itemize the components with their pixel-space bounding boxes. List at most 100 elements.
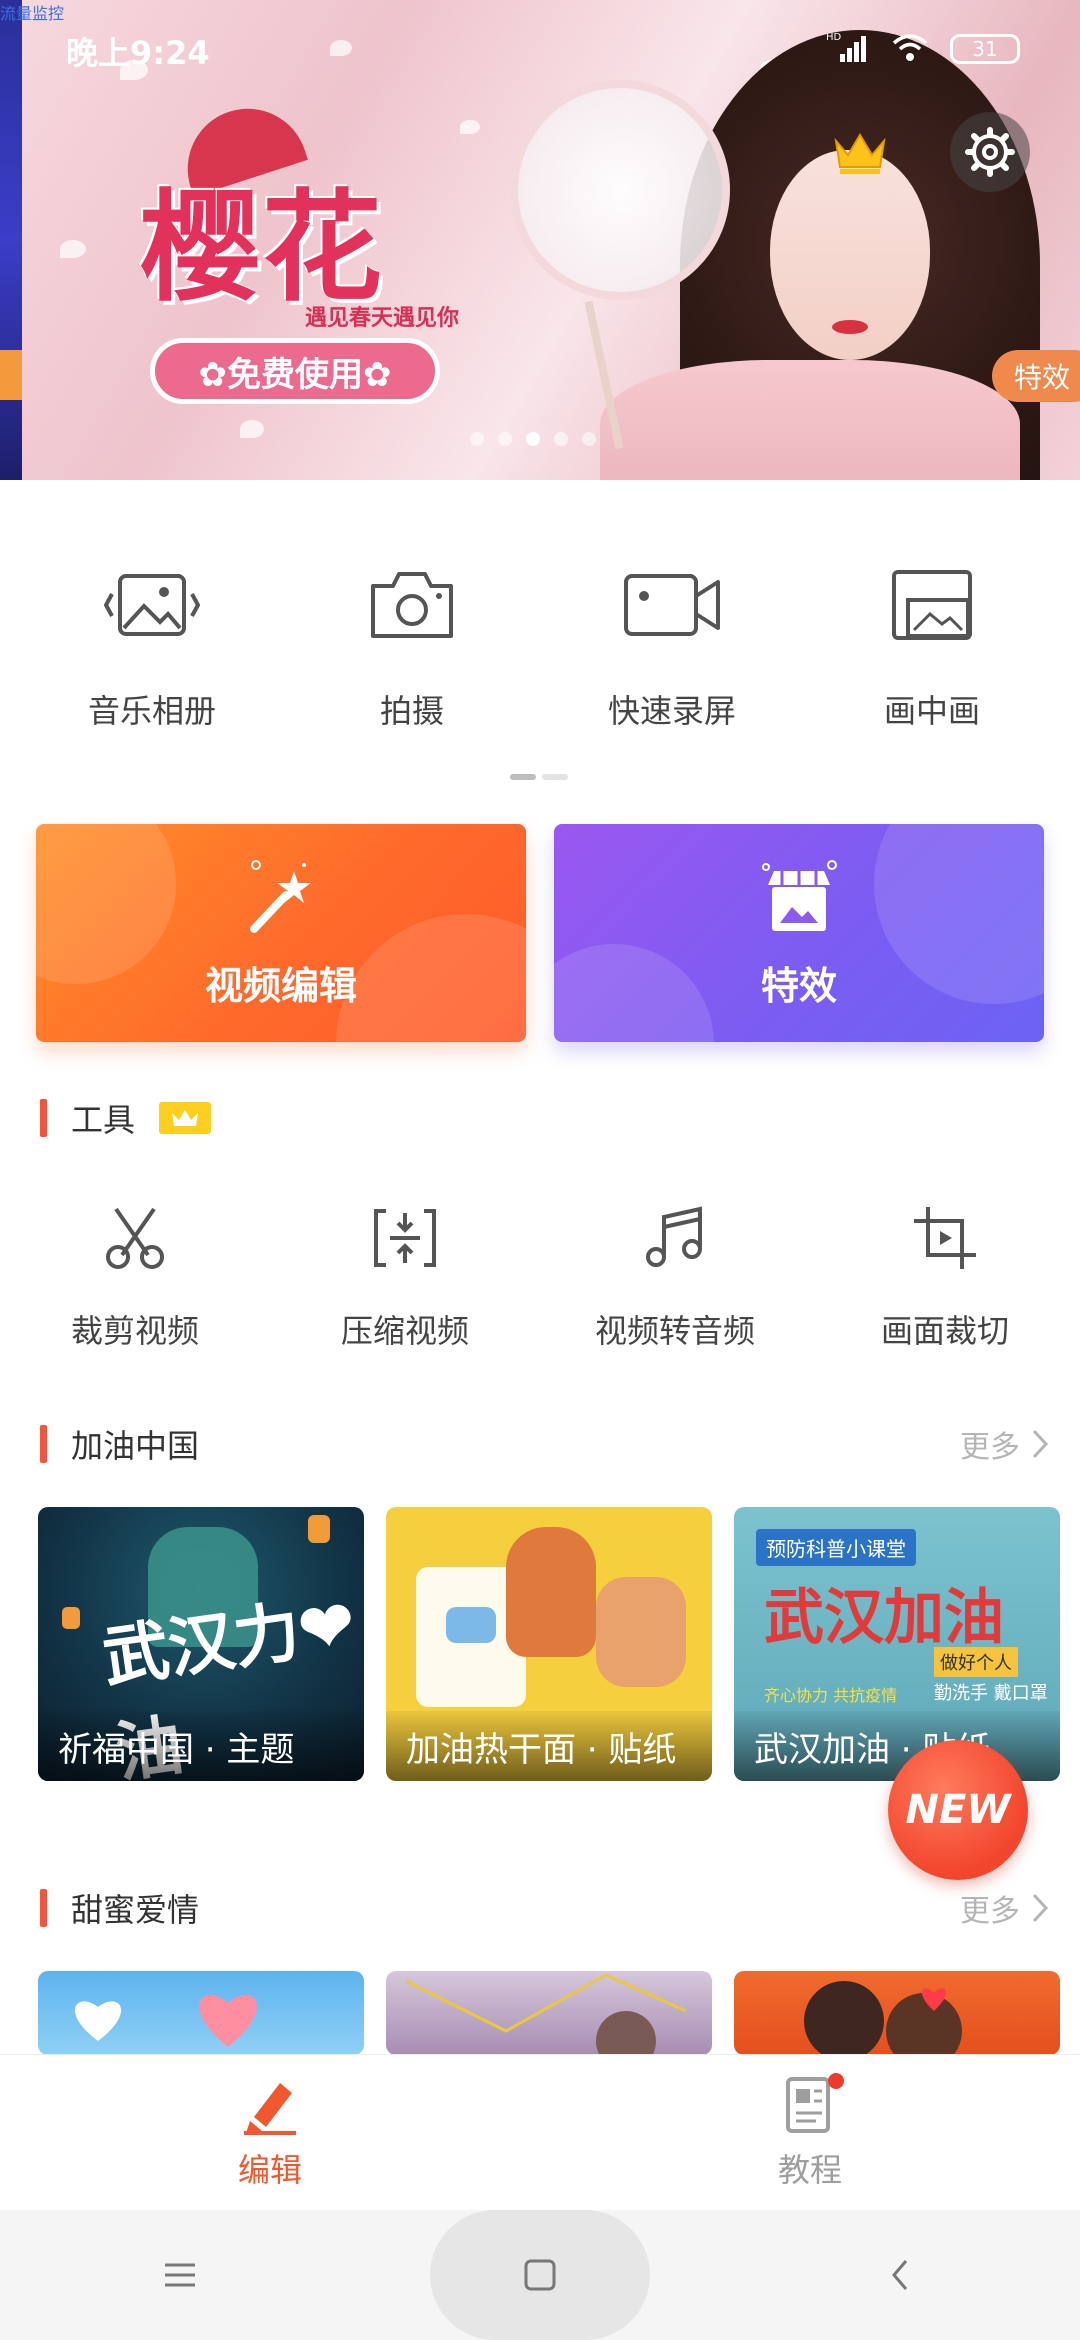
- tool-compress-video[interactable]: 压缩视频: [270, 1200, 540, 1360]
- music-note-icon: [635, 1200, 715, 1276]
- menu-icon: [165, 2263, 195, 2287]
- section-title: 加油中国: [71, 1427, 200, 1465]
- china-more-link[interactable]: 更多: [960, 1422, 1050, 1466]
- heart-icon: [74, 1994, 257, 2047]
- effects-label: 特效: [760, 963, 837, 1008]
- chevron-right-icon: [1032, 1893, 1049, 1923]
- wifi-icon: [890, 31, 930, 67]
- notification-dot: [828, 2073, 844, 2089]
- tool-label: 压缩视频: [340, 1312, 469, 1350]
- banner-side-tag[interactable]: 特效: [991, 350, 1080, 402]
- video-edit-card[interactable]: 视频编辑: [36, 824, 526, 1042]
- back-chevron-icon: [892, 2260, 908, 2290]
- china-section-header: 加油中国 更多: [40, 1419, 1050, 1469]
- quick-actions-pager: [510, 774, 568, 780]
- magic-wand-icon: [250, 859, 311, 933]
- pager-dot: [542, 774, 568, 780]
- scissors-icon: [95, 1200, 175, 1276]
- vip-badge: [159, 1102, 212, 1134]
- banner-dot: [498, 432, 512, 446]
- quick-camera[interactable]: 拍摄: [282, 560, 542, 740]
- tool-label: 画面裁切: [880, 1312, 1009, 1350]
- nav-back-button[interactable]: [790, 2210, 1010, 2340]
- effects-card[interactable]: 特效: [554, 824, 1044, 1042]
- compress-icon: [365, 1200, 445, 1276]
- tools-section-header: 工具: [40, 1093, 1050, 1143]
- system-navigation-bar: [0, 2210, 1080, 2340]
- love-more-link[interactable]: 更多: [960, 1886, 1050, 1930]
- quick-picture-in-picture[interactable]: 画中画: [802, 560, 1062, 740]
- thumbnail-card[interactable]: [386, 1971, 712, 2055]
- banner-pagination: [470, 432, 596, 446]
- section-title: 工具: [71, 1101, 136, 1139]
- love-section-header: 甜蜜爱情 更多: [40, 1883, 1050, 1933]
- tab-tutorial[interactable]: 教程: [540, 2055, 1080, 2210]
- banner-dot: [470, 432, 484, 446]
- more-label: 更多: [960, 1894, 1020, 1929]
- home-square-icon: [524, 2259, 556, 2291]
- banner-dot: [554, 432, 568, 446]
- edit-pencil-icon: [244, 2082, 296, 2135]
- banner-title: 樱花: [140, 177, 384, 318]
- crown-icon: [834, 133, 886, 174]
- effects-shop-icon: [762, 859, 837, 931]
- thumbnail-note: 齐心协力 共抗疫情: [764, 1686, 898, 1705]
- love-thumbnails: [38, 1971, 1080, 2055]
- quick-music-album[interactable]: 音乐相册: [22, 560, 282, 740]
- photo-album-icon: [97, 560, 207, 650]
- thumbnail-art-text: 武汉加油: [764, 1583, 1004, 1653]
- status-bar: 晚上9:24 HD 31: [0, 0, 1080, 100]
- crop-icon: [905, 1200, 985, 1276]
- crown-icon: [172, 1110, 199, 1126]
- tool-trim-video[interactable]: 裁剪视频: [0, 1200, 270, 1360]
- thumbnail-caption: 祈福中国 · 主题: [38, 1711, 364, 1781]
- camera-icon: [357, 560, 467, 650]
- signal-icon: HD: [826, 30, 870, 68]
- bottom-tab-bar: 编辑 教程: [0, 2054, 1080, 2210]
- gear-icon: [965, 127, 1015, 177]
- vip-crown-button[interactable]: [830, 122, 890, 182]
- tool-video-to-audio[interactable]: 视频转音频: [540, 1200, 810, 1360]
- section-accent-bar: [40, 1425, 47, 1463]
- quick-screen-record[interactable]: 快速录屏: [542, 560, 802, 740]
- thumbnail-card[interactable]: [734, 1971, 1060, 2055]
- picture-in-picture-icon: [877, 560, 987, 650]
- china-thumbnails: 武汉力❤油 祈福中国 · 主题 加油热干面 · 贴纸 预防科普小课堂 武汉加油 …: [38, 1507, 1080, 1781]
- section-accent-bar: [40, 1889, 47, 1927]
- tab-label: 编辑: [237, 2150, 302, 2189]
- status-time: 晚上9:24: [66, 34, 210, 72]
- tool-label: 视频转音频: [594, 1312, 755, 1350]
- screen-record-icon: [617, 560, 727, 650]
- settings-button[interactable]: [950, 112, 1030, 192]
- thumbnail-note: 做好个人: [934, 1647, 1018, 1677]
- tool-crop-frame[interactable]: 画面裁切: [810, 1200, 1080, 1360]
- round-fan-image: [510, 80, 730, 300]
- thumbnail-card[interactable]: 加油热干面 · 贴纸: [386, 1507, 712, 1781]
- quick-label: 快速录屏: [607, 692, 736, 730]
- banner-dot: [582, 432, 596, 446]
- tab-edit[interactable]: 编辑: [0, 2055, 540, 2210]
- section-accent-bar: [40, 1099, 47, 1137]
- thumbnail-note: 勤洗手 戴口罩: [934, 1683, 1048, 1704]
- video-edit-label: 视频编辑: [204, 963, 357, 1008]
- thumbnail-card[interactable]: 武汉力❤油 祈福中国 · 主题: [38, 1507, 364, 1781]
- thumbnail-card[interactable]: 预防科普小课堂 武汉加油 做好个人 勤洗手 戴口罩 齐心协力 共抗疫情 武汉加油…: [734, 1507, 1060, 1781]
- tools-grid: 裁剪视频 压缩视频 视频转音频 画面裁切: [0, 1200, 1080, 1360]
- nav-home-button[interactable]: [430, 2210, 650, 2340]
- nav-menu-button[interactable]: [70, 2210, 290, 2340]
- quick-actions: 音乐相册 拍摄 快速录屏 画中画: [0, 560, 1080, 740]
- chevron-right-icon: [1032, 1429, 1049, 1459]
- new-badge-button[interactable]: NEW: [888, 1740, 1028, 1880]
- battery-icon: 31: [950, 34, 1020, 64]
- thumbnail-card[interactable]: [38, 1971, 364, 2055]
- more-label: 更多: [960, 1430, 1020, 1465]
- quick-label: 拍摄: [379, 692, 444, 730]
- tab-label: 教程: [777, 2150, 842, 2189]
- section-title: 甜蜜爱情: [71, 1891, 200, 1929]
- thumbnail-tag: 预防科普小课堂: [756, 1529, 916, 1566]
- pager-dot-active: [510, 774, 536, 780]
- tool-label: 裁剪视频: [70, 1312, 199, 1350]
- free-use-button[interactable]: ✿免费使用✿: [150, 338, 440, 404]
- thumbnail-caption: 加油热干面 · 贴纸: [386, 1711, 712, 1781]
- banner-subtitle: 遇见春天遇见你: [305, 306, 460, 331]
